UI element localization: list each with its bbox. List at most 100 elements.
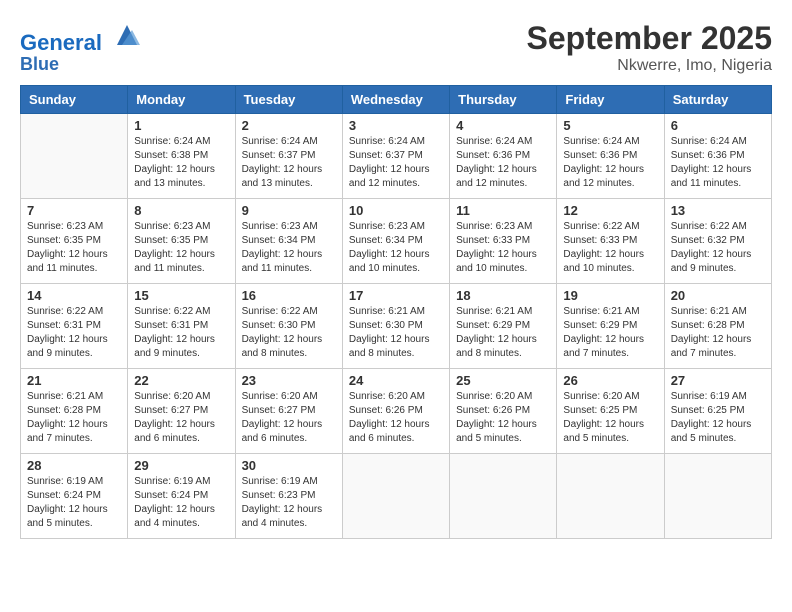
calendar-cell: 11 Sunrise: 6:23 AM Sunset: 6:33 PM Dayli… [450,199,557,284]
calendar-table: SundayMondayTuesdayWednesdayThursdayFrid… [20,85,772,539]
calendar-cell: 3 Sunrise: 6:24 AM Sunset: 6:37 PM Daylig… [342,114,449,199]
day-number: 6 [671,118,765,133]
calendar-cell: 27 Sunrise: 6:19 AM Sunset: 6:25 PM Dayli… [664,369,771,454]
day-number: 19 [563,288,657,303]
day-number: 24 [349,373,443,388]
day-info: Sunrise: 6:19 AM Sunset: 6:25 PM Dayligh… [671,390,765,446]
calendar-cell: 4 Sunrise: 6:24 AM Sunset: 6:36 PM Daylig… [450,114,557,199]
logo-blue: Blue [20,55,142,75]
calendar-cell: 7 Sunrise: 6:23 AM Sunset: 6:35 PM Daylig… [21,199,128,284]
calendar-cell: 1 Sunrise: 6:24 AM Sunset: 6:38 PM Daylig… [128,114,235,199]
calendar-header-row: SundayMondayTuesdayWednesdayThursdayFrid… [21,86,772,114]
day-number: 30 [242,458,336,473]
calendar-cell [450,454,557,539]
month-title: September 2025 [527,20,772,57]
calendar-cell: 20 Sunrise: 6:21 AM Sunset: 6:28 PM Dayli… [664,284,771,369]
week-row-2: 7 Sunrise: 6:23 AM Sunset: 6:35 PM Daylig… [21,199,772,284]
logo-icon [112,20,142,50]
calendar-cell: 2 Sunrise: 6:24 AM Sunset: 6:37 PM Daylig… [235,114,342,199]
day-info: Sunrise: 6:24 AM Sunset: 6:37 PM Dayligh… [242,135,336,191]
calendar-cell: 26 Sunrise: 6:20 AM Sunset: 6:25 PM Dayli… [557,369,664,454]
day-number: 7 [27,203,121,218]
day-number: 25 [456,373,550,388]
calendar-cell: 16Sunrise: 6:22 AM Sunset: 6:30 PM Dayli… [235,284,342,369]
day-number: 3 [349,118,443,133]
day-number: 14 [27,288,121,303]
day-info: Sunrise: 6:20 AM Sunset: 6:26 PM Dayligh… [456,390,550,446]
calendar-cell: 21 Sunrise: 6:21 AM Sunset: 6:28 PM Dayli… [21,369,128,454]
calendar-cell: 28Sunrise: 6:19 AM Sunset: 6:24 PM Dayli… [21,454,128,539]
week-row-3: 14 Sunrise: 6:22 AM Sunset: 6:31 PM Dayli… [21,284,772,369]
day-info: Sunrise: 6:23 AM Sunset: 6:35 PM Dayligh… [27,220,121,276]
day-info: Sunrise: 6:24 AM Sunset: 6:37 PM Dayligh… [349,135,443,191]
day-number: 21 [27,373,121,388]
logo-text: General [20,20,142,55]
calendar-cell: 23 Sunrise: 6:20 AM Sunset: 6:27 PM Dayli… [235,369,342,454]
week-row-1: 1 Sunrise: 6:24 AM Sunset: 6:38 PM Daylig… [21,114,772,199]
calendar-cell: 5 Sunrise: 6:24 AM Sunset: 6:36 PM Daylig… [557,114,664,199]
day-number: 15 [134,288,228,303]
day-info: Sunrise: 6:22 AM Sunset: 6:31 PM Dayligh… [134,305,228,361]
day-number: 27 [671,373,765,388]
day-header-friday: Friday [557,86,664,114]
day-number: 9 [242,203,336,218]
calendar-cell: 30Sunrise: 6:19 AM Sunset: 6:23 PM Dayli… [235,454,342,539]
day-info: Sunrise: 6:20 AM Sunset: 6:27 PM Dayligh… [242,390,336,446]
day-info: Sunrise: 6:20 AM Sunset: 6:27 PM Dayligh… [134,390,228,446]
day-number: 8 [134,203,228,218]
day-number: 11 [456,203,550,218]
day-info: Sunrise: 6:24 AM Sunset: 6:38 PM Dayligh… [134,135,228,191]
day-info: Sunrise: 6:21 AM Sunset: 6:28 PM Dayligh… [671,305,765,361]
day-number: 22 [134,373,228,388]
day-info: Sunrise: 6:20 AM Sunset: 6:25 PM Dayligh… [563,390,657,446]
day-header-wednesday: Wednesday [342,86,449,114]
day-info: Sunrise: 6:23 AM Sunset: 6:35 PM Dayligh… [134,220,228,276]
day-number: 2 [242,118,336,133]
calendar-cell: 13Sunrise: 6:22 AM Sunset: 6:32 PM Dayli… [664,199,771,284]
day-info: Sunrise: 6:24 AM Sunset: 6:36 PM Dayligh… [456,135,550,191]
calendar-cell: 15 Sunrise: 6:22 AM Sunset: 6:31 PM Dayli… [128,284,235,369]
day-number: 28 [27,458,121,473]
day-number: 12 [563,203,657,218]
calendar-cell: 10Sunrise: 6:23 AM Sunset: 6:34 PM Dayli… [342,199,449,284]
day-number: 20 [671,288,765,303]
day-number: 18 [456,288,550,303]
day-number: 1 [134,118,228,133]
calendar-cell: 18Sunrise: 6:21 AM Sunset: 6:29 PM Dayli… [450,284,557,369]
page-header: General Blue September 2025 Nkwerre, Imo… [20,20,772,75]
calendar-cell: 19 Sunrise: 6:21 AM Sunset: 6:29 PM Dayli… [557,284,664,369]
day-info: Sunrise: 6:24 AM Sunset: 6:36 PM Dayligh… [563,135,657,191]
day-header-saturday: Saturday [664,86,771,114]
day-number: 5 [563,118,657,133]
day-header-monday: Monday [128,86,235,114]
day-info: Sunrise: 6:24 AM Sunset: 6:36 PM Dayligh… [671,135,765,191]
location: Nkwerre, Imo, Nigeria [527,57,772,75]
title-block: September 2025 Nkwerre, Imo, Nigeria [527,20,772,75]
day-number: 23 [242,373,336,388]
day-info: Sunrise: 6:21 AM Sunset: 6:28 PM Dayligh… [27,390,121,446]
week-row-5: 28Sunrise: 6:19 AM Sunset: 6:24 PM Dayli… [21,454,772,539]
calendar-cell: 14 Sunrise: 6:22 AM Sunset: 6:31 PM Dayli… [21,284,128,369]
day-info: Sunrise: 6:23 AM Sunset: 6:34 PM Dayligh… [242,220,336,276]
calendar-cell: 22 Sunrise: 6:20 AM Sunset: 6:27 PM Dayli… [128,369,235,454]
day-info: Sunrise: 6:23 AM Sunset: 6:33 PM Dayligh… [456,220,550,276]
day-header-sunday: Sunday [21,86,128,114]
logo: General Blue [20,20,142,75]
calendar-cell: 29Sunrise: 6:19 AM Sunset: 6:24 PM Dayli… [128,454,235,539]
day-info: Sunrise: 6:21 AM Sunset: 6:29 PM Dayligh… [563,305,657,361]
calendar-cell [21,114,128,199]
day-header-thursday: Thursday [450,86,557,114]
day-number: 10 [349,203,443,218]
calendar-cell: 8 Sunrise: 6:23 AM Sunset: 6:35 PM Daylig… [128,199,235,284]
day-info: Sunrise: 6:22 AM Sunset: 6:31 PM Dayligh… [27,305,121,361]
calendar-cell: 9 Sunrise: 6:23 AM Sunset: 6:34 PM Daylig… [235,199,342,284]
calendar-cell: 17Sunrise: 6:21 AM Sunset: 6:30 PM Dayli… [342,284,449,369]
day-info: Sunrise: 6:21 AM Sunset: 6:30 PM Dayligh… [349,305,443,361]
day-number: 26 [563,373,657,388]
week-row-4: 21 Sunrise: 6:21 AM Sunset: 6:28 PM Dayli… [21,369,772,454]
calendar-cell: 12Sunrise: 6:22 AM Sunset: 6:33 PM Dayli… [557,199,664,284]
day-info: Sunrise: 6:20 AM Sunset: 6:26 PM Dayligh… [349,390,443,446]
calendar-cell: 24 Sunrise: 6:20 AM Sunset: 6:26 PM Dayli… [342,369,449,454]
calendar-cell: 25 Sunrise: 6:20 AM Sunset: 6:26 PM Dayli… [450,369,557,454]
day-number: 4 [456,118,550,133]
